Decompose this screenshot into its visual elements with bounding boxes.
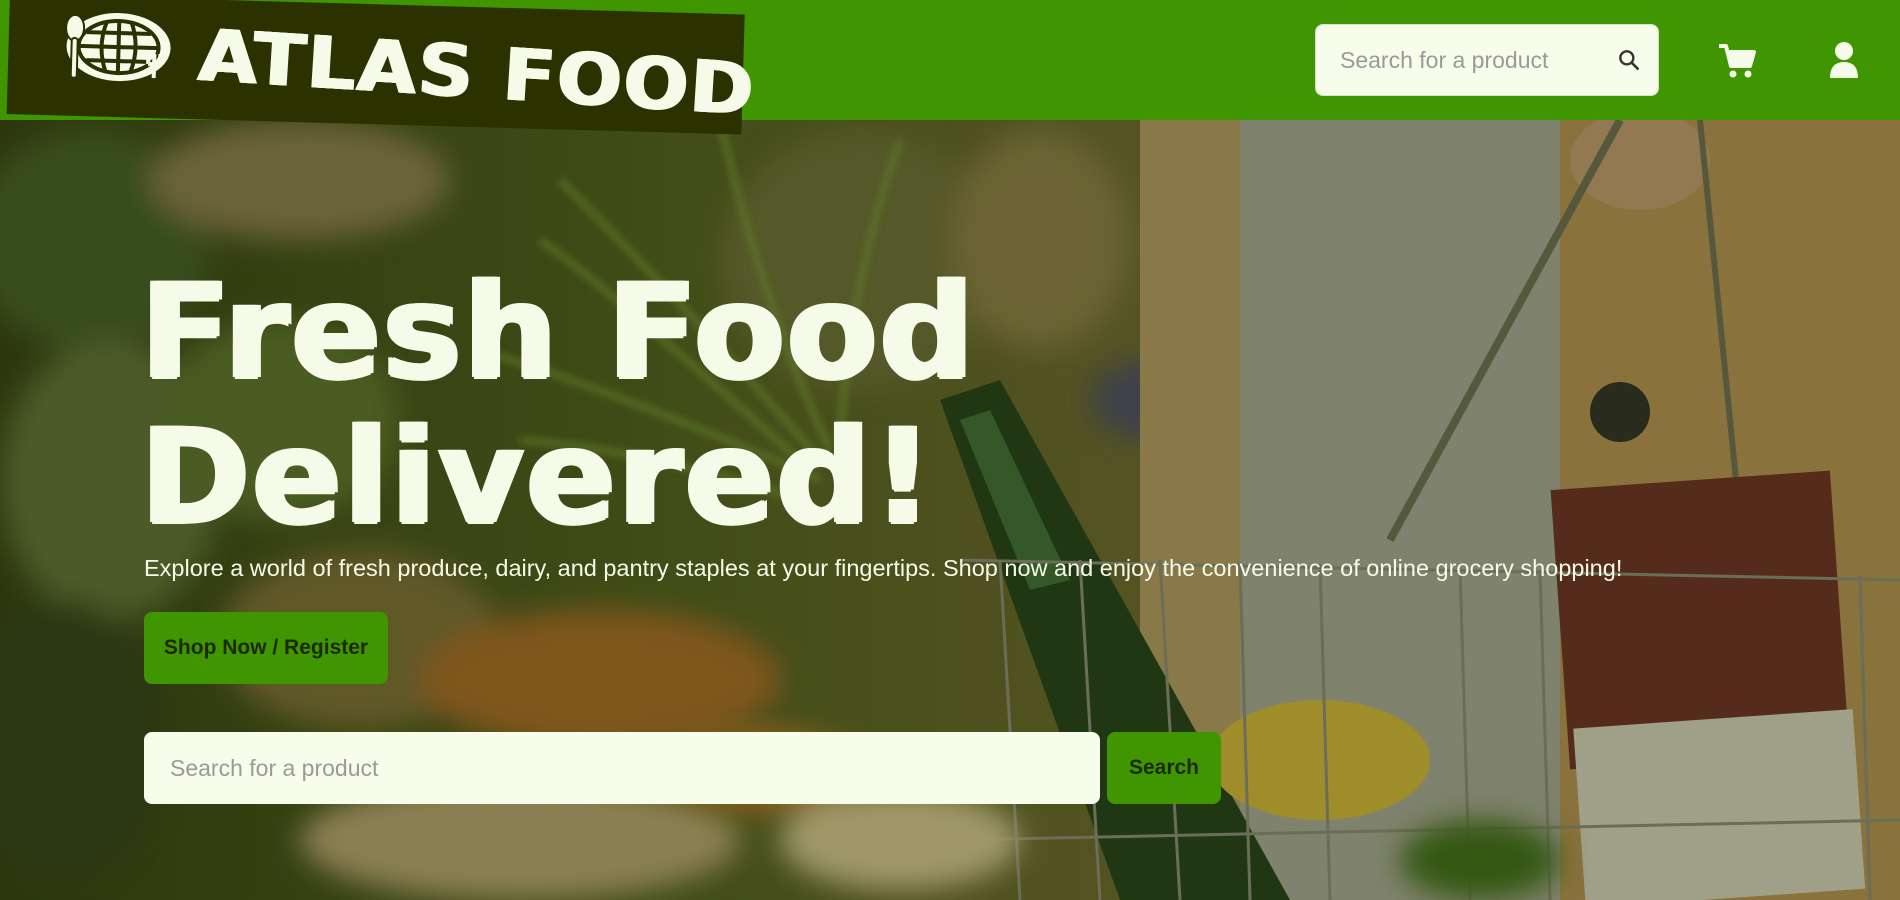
atlas-globe-cutlery-icon <box>65 13 171 82</box>
hero-description: Explore a world of fresh produce, dairy,… <box>144 555 1623 581</box>
shop-now-register-button[interactable]: Shop Now / Register <box>144 612 388 684</box>
user-icon[interactable] <box>1828 40 1860 80</box>
cart-icon[interactable] <box>1717 40 1757 80</box>
header-search <box>1315 24 1659 96</box>
hero-title-line-2: Delivered! <box>140 400 935 554</box>
hero-title: Fresh Food Delivered! <box>140 260 1140 550</box>
logo-banner[interactable]: ATLAS FOOD <box>6 0 757 135</box>
brand-name: ATLAS FOOD <box>195 12 758 133</box>
site-header: ATLAS FOOD <box>0 0 1900 135</box>
header-search-input[interactable] <box>1316 25 1606 95</box>
hero-title-line-1: Fresh Food <box>140 255 976 409</box>
hero-section: Fresh Food Delivered! Explore a world of… <box>0 120 1900 900</box>
search-icon[interactable] <box>1616 47 1642 73</box>
hero-search-input[interactable] <box>144 732 1100 804</box>
hero-search-button[interactable]: Search <box>1107 732 1221 804</box>
